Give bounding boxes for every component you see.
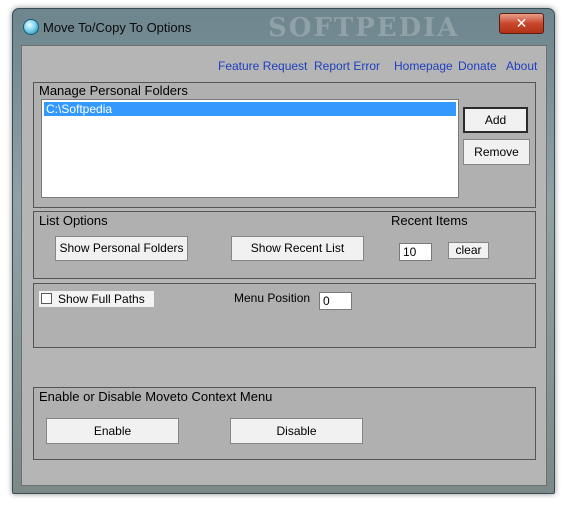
show-full-paths-label: Show Full Paths: [58, 292, 145, 306]
personal-folders-label: Manage Personal Folders: [39, 83, 188, 98]
folders-listbox[interactable]: C:\Softpedia: [41, 99, 459, 198]
watermark: SOFTPEDIA: [268, 13, 460, 43]
enable-button[interactable]: Enable: [46, 418, 179, 444]
disable-button[interactable]: Disable: [230, 418, 363, 444]
show-full-paths-checkbox[interactable]: Show Full Paths: [39, 291, 154, 307]
options-window: Move To/Copy To Options SOFTPEDIA ✕ Feat…: [12, 8, 555, 494]
client-area: Feature Request Report Error Homepage Do…: [21, 45, 547, 486]
homepage-link[interactable]: Homepage: [394, 59, 453, 73]
app-icon: [23, 19, 39, 35]
context-menu-group: Enable or Disable Moveto Context Menu En…: [33, 387, 536, 460]
title-bar[interactable]: Move To/Copy To Options SOFTPEDIA ✕: [13, 9, 554, 45]
window-title: Move To/Copy To Options: [43, 20, 192, 35]
close-button[interactable]: ✕: [499, 13, 544, 34]
feature-request-link[interactable]: Feature Request: [218, 59, 307, 73]
report-error-link[interactable]: Report Error: [314, 59, 380, 73]
paths-group: Show Full Paths Menu Position 0: [33, 283, 536, 348]
show-recent-list-button[interactable]: Show Recent List: [231, 236, 364, 261]
list-options-label: List Options: [39, 213, 108, 228]
personal-folders-group: Manage Personal Folders C:\Softpedia Add…: [33, 82, 536, 208]
menu-position-input[interactable]: 0: [319, 292, 352, 310]
recent-items-label: Recent Items: [391, 213, 468, 228]
add-button[interactable]: Add: [463, 107, 528, 133]
checkbox-box[interactable]: [41, 293, 52, 304]
donate-link[interactable]: Donate: [458, 59, 497, 73]
recent-items-input[interactable]: 10: [399, 243, 432, 261]
remove-button[interactable]: Remove: [463, 139, 530, 165]
show-personal-folders-button[interactable]: Show Personal Folders: [55, 236, 188, 261]
clear-button[interactable]: clear: [448, 242, 489, 259]
about-link[interactable]: About: [506, 59, 537, 73]
list-options-group: List Options Recent Items Show Personal …: [33, 211, 536, 279]
context-menu-label: Enable or Disable Moveto Context Menu: [39, 389, 273, 404]
menu-position-label: Menu Position: [234, 291, 311, 305]
folder-list-item[interactable]: C:\Softpedia: [44, 102, 456, 116]
close-icon: ✕: [515, 15, 528, 31]
